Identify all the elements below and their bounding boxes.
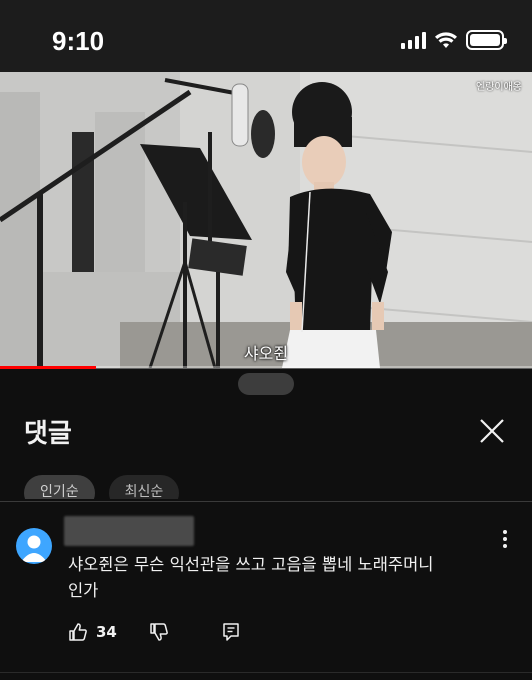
comment-actions: 34 (68, 622, 241, 642)
status-time: 9:10 (52, 26, 105, 56)
chip-top-comments[interactable]: 인기순 (24, 475, 95, 499)
dislike-button[interactable] (149, 622, 169, 642)
comment-text: 샤오쥔은 무슨 익선관을 쓰고 고음을 뽑네 노래주머니 인가 (68, 552, 508, 604)
comment-text-line-1: 샤오쥔은 무슨 익선관을 쓰고 고음을 뽑네 노래주머니 (68, 555, 434, 574)
status-icons (401, 30, 507, 50)
thumbs-down-icon (150, 623, 168, 641)
channel-watermark: 엔랑이애옹 (476, 82, 522, 93)
default-avatar-icon (21, 535, 47, 562)
like-button[interactable]: 34 (68, 622, 117, 642)
thumbs-up-icon (69, 623, 87, 641)
comment-text-line-2: 인가 (68, 581, 99, 600)
chip-newest[interactable]: 최신순 (108, 475, 180, 499)
video-subtitle: 샤오쥔 (243, 344, 289, 363)
more-options-icon[interactable] (500, 530, 510, 550)
comment-author-redacted (64, 516, 194, 546)
sheet-drag-handle[interactable] (238, 373, 294, 395)
sort-chips: 인기순 최신순 (24, 475, 524, 499)
comments-divider (0, 672, 532, 673)
comment-item: 샤오쥔은 무슨 익선관을 쓰고 고음을 뽑네 노래주머니 인가 34 (0, 502, 532, 680)
comments-title: 댓글 (24, 419, 72, 449)
cellular-signal-icon (401, 31, 426, 49)
video-player[interactable]: 엔랑이애옹 샤오쥔 (0, 72, 532, 368)
comments-sheet: 댓글 인기순 최신순 샤오쥔은 무슨 익선관을 쓰고 고음을 뽑네 노래주머니 … (0, 369, 532, 680)
close-icon[interactable] (478, 417, 506, 445)
battery-icon (466, 30, 507, 50)
video-frame (0, 72, 532, 368)
reply-comment-icon (223, 623, 239, 641)
status-bar: 9:10 (0, 0, 532, 72)
reply-button[interactable] (221, 622, 241, 642)
wifi-icon (435, 32, 457, 48)
avatar[interactable] (16, 528, 52, 564)
like-count: 34 (96, 623, 117, 641)
